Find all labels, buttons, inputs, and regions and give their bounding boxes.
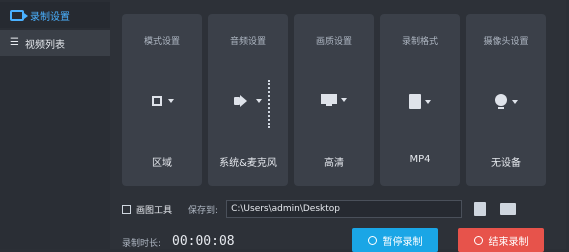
card-title: 画质设置 xyxy=(315,37,352,47)
sidebar-item-record-settings[interactable]: 录制设置 xyxy=(0,2,110,28)
file-icon xyxy=(409,94,421,109)
sidebar-item-video-list[interactable]: ☰ 视频列表 xyxy=(0,30,110,56)
audio-settings-card[interactable]: 音频设置 系统&麦克风 xyxy=(208,14,288,186)
card-value: 无设备 xyxy=(491,158,521,169)
chevron-down-icon[interactable] xyxy=(168,99,174,103)
recorder-window: 录制设置 ☰ 视频列表 模式设置 区域 音频设置 系统&麦克风 画质设置 高清 … xyxy=(0,0,566,252)
card-value: 系统&麦克风 xyxy=(219,158,277,169)
region-select-icon xyxy=(150,94,164,108)
document-icon[interactable] xyxy=(474,202,487,216)
format-settings-card[interactable]: 录制格式 MP4 xyxy=(380,14,460,186)
chevron-down-icon[interactable] xyxy=(256,99,262,103)
drawing-tool-label[interactable]: 画图工具 xyxy=(136,203,172,216)
webcam-icon xyxy=(494,94,508,110)
card-value: 高清 xyxy=(324,158,344,169)
sidebar: 录制设置 ☰ 视频列表 xyxy=(0,0,110,249)
pause-icon xyxy=(367,235,377,245)
quality-settings-card[interactable]: 画质设置 高清 xyxy=(294,14,374,186)
pause-record-button[interactable]: 暂停录制 xyxy=(352,228,438,252)
chevron-down-icon[interactable] xyxy=(512,100,518,104)
record-duration-value: 00:00:08 xyxy=(172,234,235,249)
card-title: 模式设置 xyxy=(143,37,180,47)
camera-settings-card[interactable]: 摄像头设置 无设备 xyxy=(466,14,546,186)
record-icon xyxy=(10,9,28,21)
chevron-down-icon[interactable] xyxy=(341,98,347,102)
card-title: 摄像头设置 xyxy=(483,37,529,47)
record-duration-label: 录制时长: xyxy=(122,239,162,249)
volume-level-indicator xyxy=(268,80,276,128)
stop-record-label: 结束录制 xyxy=(488,236,529,248)
drawing-tool-checkbox[interactable] xyxy=(122,204,131,214)
save-options-row: 画图工具 保存到: xyxy=(122,199,562,219)
pause-record-label: 暂停录制 xyxy=(382,236,423,248)
speaker-icon xyxy=(234,94,252,108)
sidebar-item-label: 视频列表 xyxy=(24,39,65,51)
card-title: 录制格式 xyxy=(401,37,438,47)
card-title: 音频设置 xyxy=(229,37,266,47)
card-value: 区域 xyxy=(152,158,172,169)
stop-record-button[interactable]: 结束录制 xyxy=(458,228,544,252)
list-icon: ☰ xyxy=(10,37,19,48)
card-value: MP4 xyxy=(409,154,431,165)
save-path-input[interactable] xyxy=(226,200,463,218)
sidebar-item-label: 录制设置 xyxy=(30,11,70,23)
stop-icon xyxy=(473,235,483,245)
monitor-icon xyxy=(321,94,337,106)
mode-settings-card[interactable]: 模式设置 区域 xyxy=(122,14,202,186)
folder-icon[interactable] xyxy=(500,203,517,215)
save-to-label: 保存到: xyxy=(188,205,219,216)
chevron-down-icon[interactable] xyxy=(425,99,431,104)
